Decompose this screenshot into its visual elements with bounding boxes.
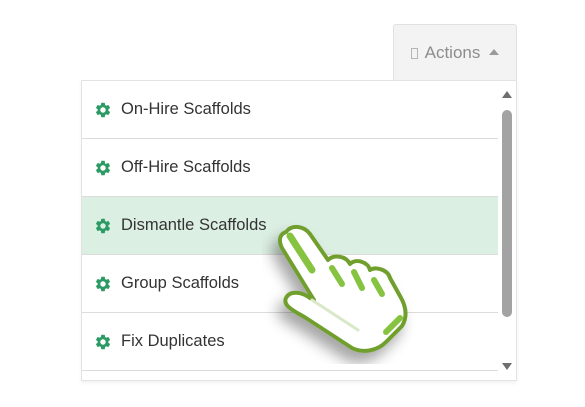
caret-up-icon [489,49,500,55]
gear-icon [95,218,111,233]
actions-menu-list: On-Hire Scaffolds Off-Hire Scaffolds Dis… [82,81,498,380]
menu-item-label: Dismantle Scaffolds [121,216,267,234]
actions-dropdown-menu: On-Hire Scaffolds Off-Hire Scaffolds Dis… [81,80,517,381]
menu-item-fix-duplicates[interactable]: Fix Duplicates [82,313,498,371]
menu-item-label: Fix Duplicates [121,332,225,350]
gear-icon [95,334,111,349]
actions-label: Actions [424,42,481,62]
menu-item-dismantle-scaffolds[interactable]: Dismantle Scaffolds [82,197,498,255]
actions-button[interactable]: Actions [393,24,517,80]
gear-icon [95,102,111,117]
box-icon [410,47,418,59]
scroll-down-arrow-icon[interactable] [502,363,512,370]
menu-item-group-scaffolds[interactable]: Group Scaffolds [82,255,498,313]
scroll-up-arrow-icon[interactable] [502,91,512,98]
menu-item-label: Off-Hire Scaffolds [121,158,251,176]
menu-item-on-hire-scaffolds[interactable]: On-Hire Scaffolds [82,81,498,139]
scrollbar-thumb[interactable] [502,110,512,317]
gear-icon [95,276,111,291]
menu-item-label: On-Hire Scaffolds [121,100,251,118]
menu-item-label: Group Scaffolds [121,274,240,292]
menu-scrollbar[interactable] [498,81,516,380]
menu-item-off-hire-scaffolds[interactable]: Off-Hire Scaffolds [82,139,498,197]
gear-icon [95,160,111,175]
